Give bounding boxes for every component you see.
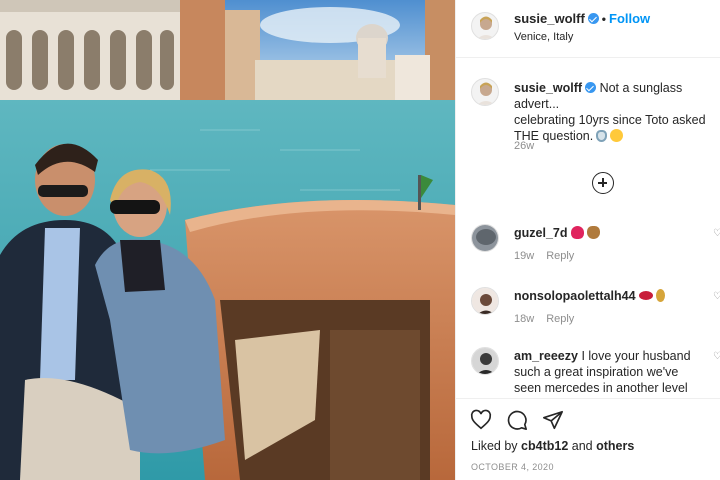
follow-button[interactable]: Follow — [609, 11, 650, 26]
bag-emoji-icon — [586, 226, 600, 239]
comment-meta: 18w Reply — [514, 313, 574, 325]
post-side-panel: susie_wolff • Follow Venice, Italy susie_w… — [455, 0, 720, 480]
drop-emoji-icon — [655, 289, 665, 302]
lips-emoji-icon — [638, 291, 653, 300]
liked-by-line: Liked by cb4tb12 and others — [471, 439, 634, 453]
author-avatar[interactable] — [471, 12, 499, 40]
comment-username[interactable]: am_reeezy — [514, 349, 578, 363]
smiling-face-hearts-emoji-icon — [610, 129, 624, 142]
like-comment-icon[interactable]: ♡ — [713, 351, 720, 362]
ring-emoji-icon — [596, 130, 608, 142]
venice-boat-photo — [0, 0, 455, 480]
comment-time[interactable]: 19w — [514, 250, 534, 262]
comment-text: nonsolopaolettalh44 — [514, 288, 714, 304]
commenter-avatar[interactable] — [471, 347, 499, 375]
comment-text: guzel_7d — [514, 225, 714, 241]
verified-badge-icon — [585, 82, 597, 93]
liked-by-others[interactable]: others — [596, 439, 634, 453]
comment-line-3: seen mercedes in another level — [514, 381, 688, 395]
post-date[interactable]: OCTOBER 4, 2020 — [471, 462, 554, 472]
commenter-avatar[interactable] — [471, 287, 499, 315]
load-more-comments-icon[interactable] — [592, 172, 614, 194]
post-header: susie_wolff • Follow Venice, Italy — [456, 0, 720, 58]
comment-username[interactable]: nonsolopaolettalh44 — [514, 289, 636, 303]
liked-by-user[interactable]: cb4tb12 — [521, 439, 568, 453]
like-comment-icon[interactable]: ♡ — [713, 228, 720, 239]
comment-text: am_reeezy I love your husband such a gre… — [514, 348, 714, 396]
post-location[interactable]: Venice, Italy — [514, 31, 573, 43]
comment-item: am_reeezy I love your husband such a gre… — [456, 345, 720, 405]
author-username[interactable]: susie_wolff — [514, 11, 585, 26]
heart-emoji-icon — [570, 226, 584, 239]
caption-line-2: celebrating 10yrs since Toto asked — [514, 113, 706, 127]
comment-line-2: such a great inspiration we've — [514, 365, 679, 379]
share-paper-plane-icon[interactable] — [542, 409, 564, 431]
comment-time[interactable]: 18w — [514, 313, 534, 325]
post-photo[interactable] — [0, 0, 455, 480]
reply-button[interactable]: Reply — [546, 250, 574, 262]
separator-dot: • — [601, 12, 606, 26]
caption-timestamp[interactable]: 26w — [514, 140, 534, 152]
reply-button[interactable]: Reply — [546, 313, 574, 325]
like-comment-icon[interactable]: ♡ — [713, 291, 720, 302]
comment-item: nonsolopaolettalh44 18w Reply ♡ — [456, 285, 720, 345]
post-actions: Liked by cb4tb12 and others OCTOBER 4, 2… — [456, 398, 720, 480]
comment-line-1: I love your husband — [581, 349, 691, 363]
liked-by-and: and — [571, 439, 593, 453]
caption-text: susie_wolff Not a sunglass advert... cel… — [514, 80, 719, 144]
liked-by-prefix: Liked by — [471, 439, 518, 453]
header-user-line: susie_wolff • Follow — [514, 11, 650, 26]
comment-meta: 19w Reply — [514, 250, 574, 262]
commenter-avatar[interactable] — [471, 224, 499, 252]
caption-author-avatar[interactable] — [471, 78, 499, 106]
verified-badge-icon — [587, 13, 599, 24]
like-heart-icon[interactable] — [470, 409, 492, 431]
caption-username[interactable]: susie_wolff — [514, 81, 582, 95]
comment-bubble-icon[interactable] — [506, 409, 528, 431]
comment-username[interactable]: guzel_7d — [514, 226, 568, 240]
comment-item: guzel_7d 19w Reply ♡ — [456, 222, 720, 282]
